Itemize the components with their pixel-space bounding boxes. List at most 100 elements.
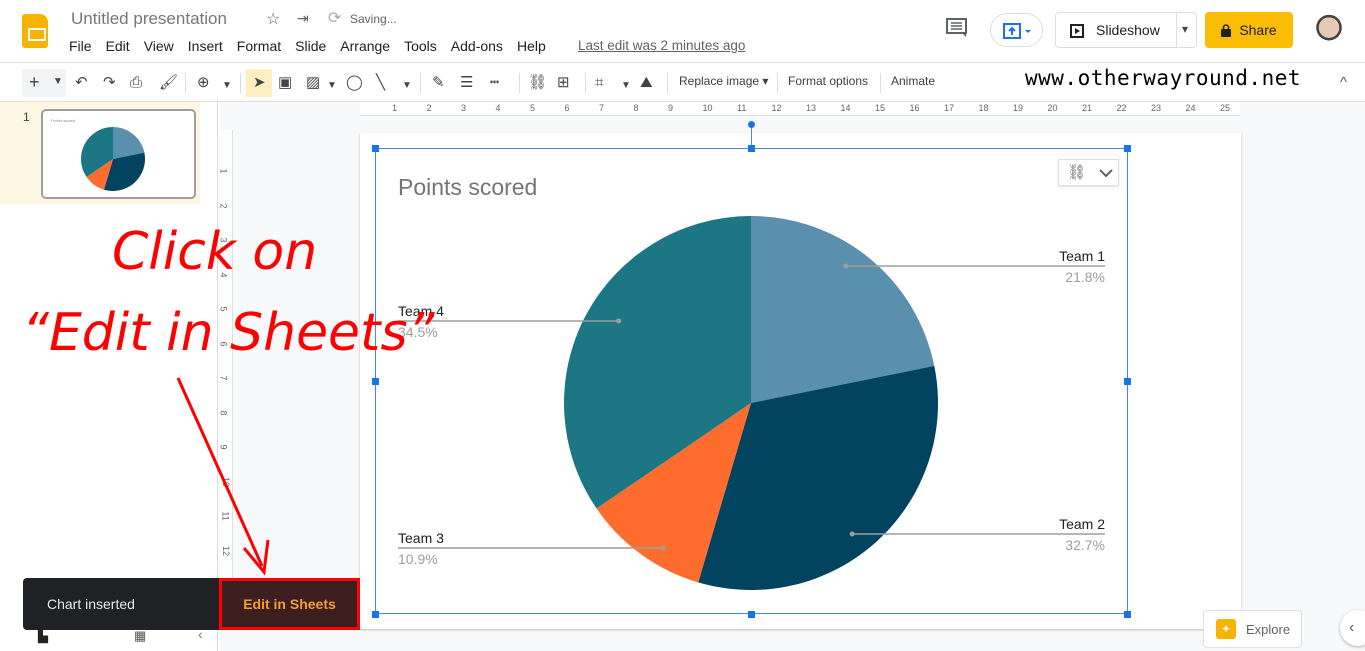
menu-addons[interactable]: Add-ons	[451, 38, 503, 54]
ruler-tick-label: 20	[1047, 103, 1058, 113]
ruler-tick-label: 4	[495, 103, 501, 113]
resize-handle-e[interactable]	[1124, 378, 1131, 385]
add-comment-icon[interactable]: ⊞	[557, 73, 570, 93]
ruler-tick-label: 11	[737, 103, 747, 113]
comment-history-button[interactable]	[946, 18, 968, 38]
reset-image-icon[interactable]: ⛰	[640, 73, 653, 93]
slide-number: 1	[23, 110, 30, 124]
border-color-icon[interactable]: ✎	[432, 73, 445, 93]
comment-icon	[946, 18, 967, 37]
ruler-tick-label: 22	[1116, 103, 1127, 113]
collapse-menu-icon[interactable]: ^	[1340, 73, 1347, 93]
share-label: Share	[1239, 22, 1277, 38]
ruler-tick-label: 15	[875, 103, 886, 113]
edit-in-sheets-button[interactable]: Edit in Sheets	[219, 578, 360, 630]
ruler-tick-label: 14	[840, 103, 851, 113]
image-icon[interactable]: ▨	[306, 73, 320, 93]
crop-icon[interactable]: ⌗	[595, 73, 603, 93]
thumbnail-pie	[81, 127, 145, 191]
select-tool-icon[interactable]: ➤	[246, 69, 272, 97]
chevron-down-icon: ▼	[53, 76, 63, 87]
border-dash-icon[interactable]: ┅	[490, 73, 499, 93]
shape-icon[interactable]: ◯	[346, 73, 363, 93]
ruler-tick-label: 8	[633, 103, 639, 113]
menu-arrange[interactable]: Arrange	[340, 38, 390, 54]
crop-dropdown-icon[interactable]: ▼	[621, 76, 631, 96]
document-title[interactable]: Untitled presentation	[71, 9, 227, 29]
replace-image-button[interactable]: Replace image ▾	[679, 74, 768, 88]
new-slide-button[interactable]: + ▼	[22, 69, 66, 97]
text-box-icon[interactable]: ▣	[278, 73, 292, 93]
ruler-tick-label: 17	[944, 103, 955, 113]
menu-slide[interactable]: Slide	[295, 38, 326, 54]
present-icon	[1003, 23, 1031, 39]
ruler-tick-label: 16	[909, 103, 920, 113]
rotate-handle[interactable]	[748, 121, 755, 128]
slides-logo[interactable]	[22, 14, 48, 48]
menu-help[interactable]: Help	[517, 38, 546, 54]
slideshow-button[interactable]: Slideshow ▾	[1055, 12, 1197, 48]
ruler-tick-label: 12	[771, 103, 782, 113]
ruler-tick-label: 1	[218, 168, 229, 174]
ruler-tick-label: 6	[564, 103, 570, 113]
undo-icon[interactable]: ↶	[75, 73, 88, 93]
ruler-tick-label: 7	[599, 103, 605, 113]
saving-status: Saving...	[350, 12, 397, 26]
slide-thumbnail[interactable]: Points scored	[41, 109, 196, 199]
line-dropdown-icon[interactable]: ▼	[402, 76, 412, 96]
ruler-tick-label: 19	[1013, 103, 1024, 113]
resize-handle-nw[interactable]	[372, 145, 379, 152]
border-weight-icon[interactable]: ☰	[460, 73, 473, 93]
ruler-tick-label: 18	[978, 103, 989, 113]
menu-file[interactable]: File	[69, 38, 92, 54]
zoom-dropdown-icon[interactable]: ▼	[222, 76, 232, 96]
slideshow-label: Slideshow	[1096, 22, 1160, 38]
grid-view-icon[interactable]: ▦	[134, 628, 146, 644]
share-button[interactable]: Share	[1205, 12, 1293, 48]
ruler-tick-label: 3	[461, 103, 467, 113]
filmstrip-view-icon[interactable]: ▙	[38, 628, 48, 644]
watermark-text: www.otherwayround.net	[1025, 66, 1302, 90]
resize-handle-sw[interactable]	[372, 611, 379, 618]
thumbnail-title: Points scored	[51, 118, 76, 123]
resize-handle-w[interactable]	[372, 378, 379, 385]
animate-button[interactable]: Animate	[891, 74, 935, 88]
resize-handle-se[interactable]	[1124, 611, 1131, 618]
last-edit-link[interactable]: Last edit was 2 minutes ago	[578, 38, 745, 53]
lock-icon	[1221, 23, 1232, 37]
snackbar-message: Chart inserted	[47, 596, 135, 612]
resize-handle-s[interactable]	[748, 611, 755, 618]
sync-icon: ⟳	[328, 10, 342, 27]
menu-tools[interactable]: Tools	[404, 38, 437, 54]
ruler-tick-label: 23	[1151, 103, 1162, 113]
ruler-tick-label: 5	[530, 103, 536, 113]
ruler-tick-label: 2	[218, 202, 229, 209]
ruler-tick-label: 24	[1185, 103, 1196, 113]
ruler-tick-label: 2	[426, 103, 432, 113]
resize-handle-ne[interactable]	[1124, 145, 1131, 152]
ruler-tick-label: 9	[668, 103, 674, 113]
menu-format[interactable]: Format	[237, 38, 281, 54]
format-options-button[interactable]: Format options	[788, 74, 868, 88]
slideshow-dropdown-icon[interactable]: ▾	[1182, 22, 1188, 36]
star-icon[interactable]: ☆	[266, 9, 280, 29]
explore-button[interactable]: ✦ Explore	[1203, 610, 1302, 648]
move-folder-icon[interactable]: ⇥	[297, 10, 309, 27]
image-dropdown-icon[interactable]: ▼	[327, 76, 337, 96]
menu-view[interactable]: View	[144, 38, 174, 54]
present-to-meeting-button[interactable]	[990, 13, 1043, 47]
redo-icon[interactable]: ↷	[103, 73, 116, 93]
horizontal-ruler[interactable]: 1 2 3 4 5 6 7 8 9 10 11 12 13 14 15 16 17 18 19 20 21 22 23 24 2…	[360, 102, 1240, 116]
paint-format-icon[interactable]: 🖌	[159, 73, 178, 93]
plus-icon: +	[29, 72, 40, 92]
zoom-icon[interactable]: ⊕	[197, 73, 210, 93]
line-icon[interactable]: ╲	[376, 73, 385, 93]
link-icon[interactable]: ⛓	[528, 73, 547, 93]
menu-bar: File Edit View Insert Format Slide Arran…	[69, 38, 560, 54]
menu-edit[interactable]: Edit	[106, 38, 130, 54]
resize-handle-n[interactable]	[748, 145, 755, 152]
user-avatar[interactable]	[1314, 14, 1344, 48]
annotation-line1: Click on	[112, 222, 318, 282]
print-icon[interactable]: ⎙	[130, 73, 142, 93]
menu-insert[interactable]: Insert	[188, 38, 223, 54]
